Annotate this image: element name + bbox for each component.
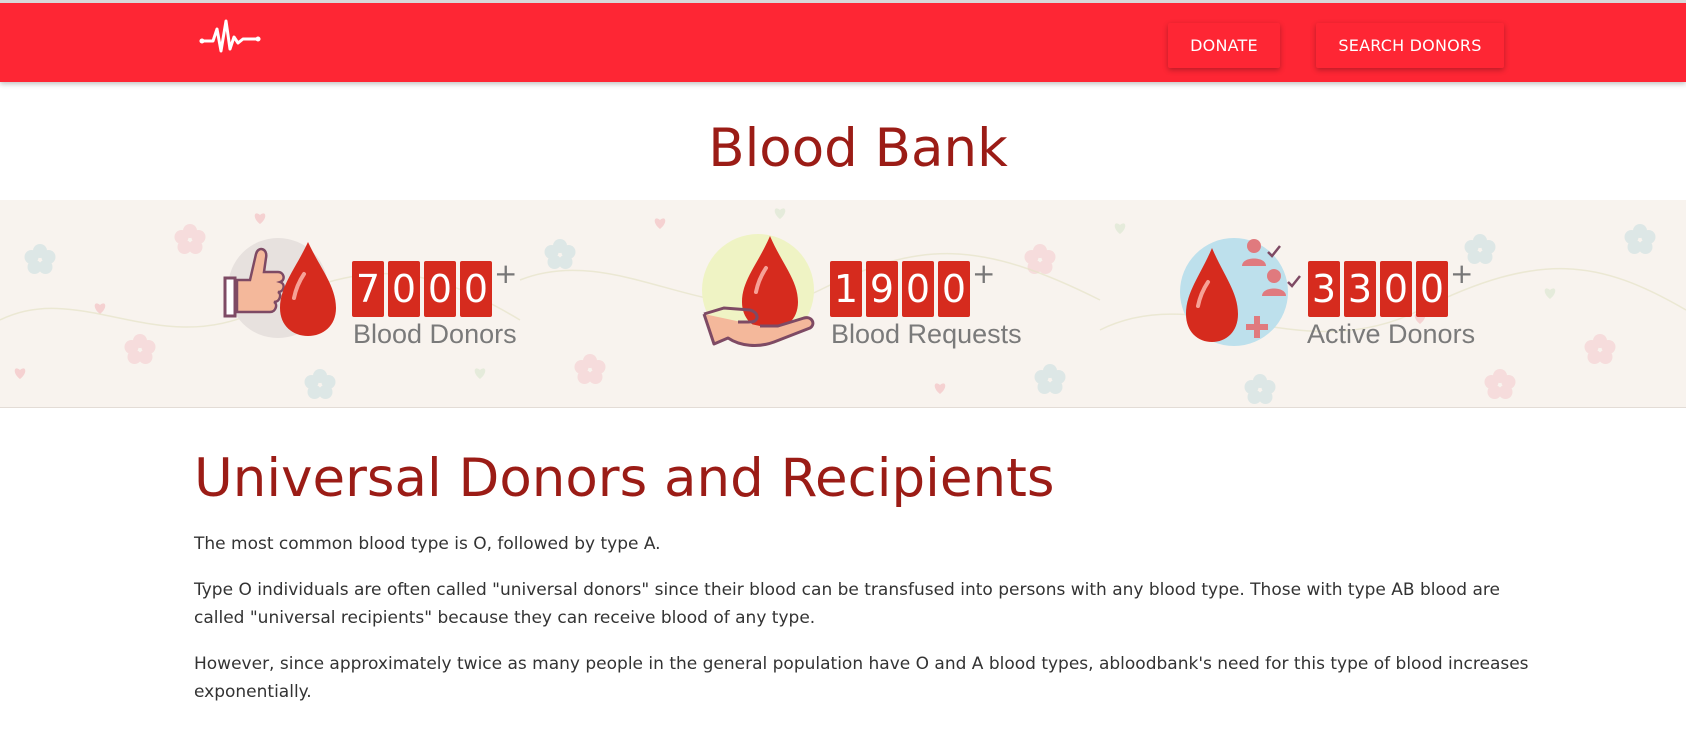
counter-digit: 0 xyxy=(424,261,456,317)
counter-digit: 0 xyxy=(938,261,970,317)
heartbeat-icon[interactable] xyxy=(199,19,261,59)
stat-label: Blood Donors xyxy=(353,319,517,349)
section-paragraph: However, since approximately twice as ma… xyxy=(194,654,1529,702)
section-paragraph: Type O individuals are often called "uni… xyxy=(194,580,1500,628)
section-heading: Universal Donors and Recipients xyxy=(194,448,1055,509)
active-donors-counter: 3 3 0 0 + xyxy=(1308,257,1473,317)
counter-plus: + xyxy=(972,257,996,290)
thumbs-up-blood-drop-icon xyxy=(223,238,336,338)
blood-donors-counter: 7 0 0 0 + xyxy=(352,257,517,317)
top-navbar: DONATE SEARCH DONORS xyxy=(0,0,1686,82)
stat-blood-requests: 1 9 0 0 + Blood Requests xyxy=(700,234,1040,354)
universal-donors-section: Universal Donors and Recipients The most… xyxy=(194,446,1534,724)
counter-digit: 0 xyxy=(1380,261,1412,317)
stat-blood-donors: 7 0 0 0 + Blood Donors xyxy=(220,234,540,354)
counter-plus: + xyxy=(1450,257,1474,290)
counter-digit: 9 xyxy=(866,261,898,317)
counter-digit: 0 xyxy=(902,261,934,317)
blood-requests-counter: 1 9 0 0 + xyxy=(830,257,995,317)
stat-active-donors: 3 3 0 0 + Active Donors xyxy=(1176,234,1516,354)
counter-plus: + xyxy=(494,257,518,290)
counter-digit: 7 xyxy=(352,261,384,317)
stat-label: Blood Requests xyxy=(831,319,1022,349)
donate-button[interactable]: DONATE xyxy=(1168,23,1280,68)
blood-drop-users-icon xyxy=(1180,238,1301,346)
section-paragraph: The most common blood type is O, followe… xyxy=(194,534,661,554)
search-donors-button[interactable]: SEARCH DONORS xyxy=(1316,23,1504,68)
page-title: Blood Bank xyxy=(708,118,1008,179)
stat-label: Active Donors xyxy=(1307,319,1476,349)
counter-digit: 0 xyxy=(388,261,420,317)
counter-digit: 1 xyxy=(830,261,862,317)
counter-digit: 0 xyxy=(460,261,492,317)
stats-banner: 7 0 0 0 + Blood Donors 1 9 0 0 + Blood R… xyxy=(0,200,1686,408)
counter-digit: 3 xyxy=(1344,261,1376,317)
counter-digit: 0 xyxy=(1416,261,1448,317)
counter-digit: 3 xyxy=(1308,261,1340,317)
hand-holding-blood-drop-icon xyxy=(702,234,815,347)
